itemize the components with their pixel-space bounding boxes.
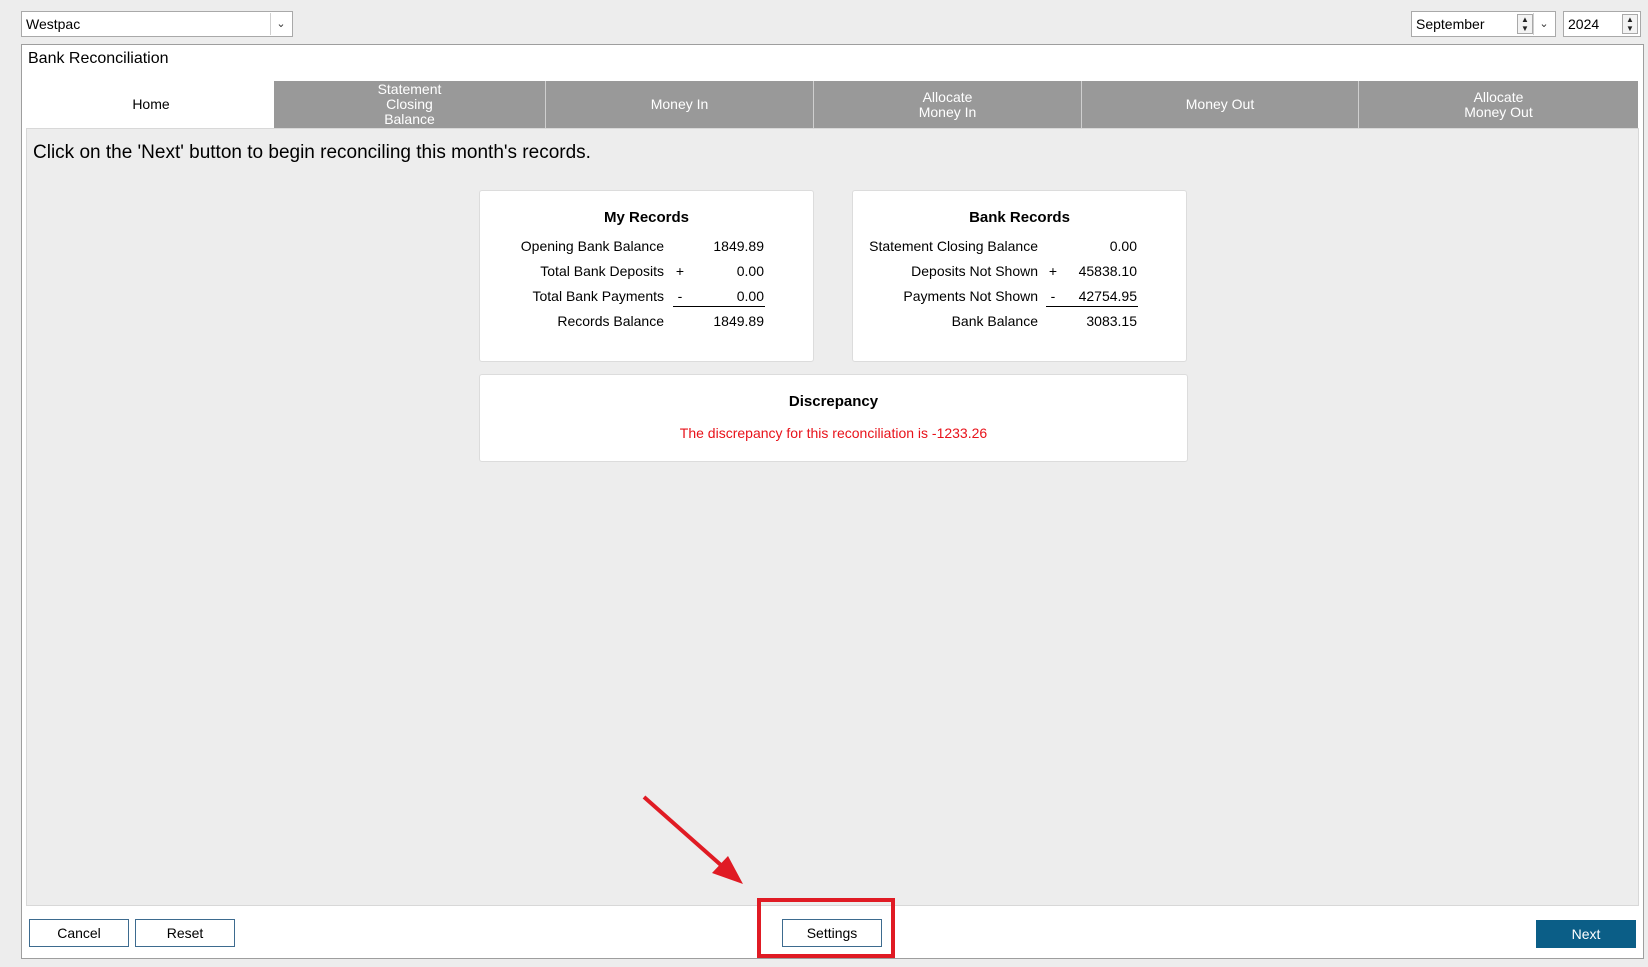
row-label: Deposits Not Shown: [911, 263, 1038, 279]
chevron-down-icon[interactable]: ⌄: [270, 13, 291, 35]
discrepancy-title: Discrepancy: [788, 393, 879, 410]
row-label: Statement Closing Balance: [869, 238, 1038, 254]
next-button[interactable]: Next: [1536, 920, 1636, 948]
row-value: 0.00: [1109, 238, 1137, 254]
row-label: Total Bank Deposits: [540, 263, 664, 279]
my-records-row: Opening Bank Balance 1849.89: [480, 238, 815, 258]
row-label: Total Bank Payments: [532, 288, 664, 304]
chevron-down-icon[interactable]: ⌄: [1533, 13, 1554, 35]
month-spinner-icon[interactable]: ▲ ▼: [1517, 14, 1533, 34]
month-select-value: September: [1416, 16, 1485, 32]
my-records-title: My Records: [603, 209, 690, 226]
discrepancy-card: Discrepancy The discrepancy for this rec…: [479, 374, 1188, 462]
my-records-card: My Records Opening Bank Balance 1849.89 …: [479, 190, 814, 362]
subtotal-underline: [1046, 306, 1138, 307]
row-value: 0.00: [736, 288, 764, 304]
tab-statement-closing-balance[interactable]: Statement Closing Balance: [274, 81, 546, 128]
tab-home[interactable]: Home: [28, 81, 274, 128]
instruction-text: Click on the 'Next' button to begin reco…: [33, 142, 591, 163]
content-panel: Click on the 'Next' button to begin reco…: [26, 128, 1639, 906]
bank-records-row: Payments Not Shown - 42754.95: [853, 288, 1188, 308]
tab-allocate-money-out[interactable]: Allocate Money Out: [1359, 81, 1638, 128]
my-records-row: Total Bank Deposits + 0.00: [480, 263, 815, 283]
bank-records-row: Deposits Not Shown + 45838.10: [853, 263, 1188, 283]
row-label: Records Balance: [557, 313, 664, 329]
tab-allocate-money-in[interactable]: Allocate Money In: [814, 81, 1082, 128]
row-value: 0.00: [736, 263, 764, 279]
bank-records-row: Statement Closing Balance 0.00: [853, 238, 1188, 258]
row-sign: -: [677, 288, 683, 304]
row-label: Payments Not Shown: [903, 288, 1038, 304]
account-select[interactable]: Westpac ⌄: [21, 11, 293, 37]
row-value: 1849.89: [713, 238, 764, 254]
bank-reconciliation-window: Bank Reconciliation Home Statement Closi…: [21, 44, 1644, 959]
tab-money-out[interactable]: Money Out: [1082, 81, 1359, 128]
settings-highlight-box: [757, 898, 895, 958]
row-value: 45838.10: [1078, 263, 1137, 279]
year-select-value: 2024: [1568, 16, 1600, 32]
my-records-row: Records Balance 1849.89: [480, 313, 815, 333]
year-select[interactable]: 2024 ▲ ▼: [1563, 11, 1641, 37]
month-select[interactable]: September ▲ ▼ ⌄: [1411, 11, 1556, 37]
row-label: Bank Balance: [951, 313, 1038, 329]
my-records-row: Total Bank Payments - 0.00: [480, 288, 815, 308]
account-select-value: Westpac: [26, 16, 81, 32]
bank-records-title: Bank Records: [969, 209, 1070, 226]
window-title: Bank Reconciliation: [28, 50, 169, 67]
row-label: Opening Bank Balance: [520, 238, 664, 254]
row-value: 3083.15: [1086, 313, 1137, 329]
wizard-tabs: Home Statement Closing Balance Money In …: [28, 81, 1638, 128]
subtotal-underline: [673, 306, 765, 307]
bank-records-row: Bank Balance 3083.15: [853, 313, 1188, 333]
row-sign: -: [1050, 288, 1056, 304]
reset-button[interactable]: Reset: [135, 919, 235, 947]
bank-records-card: Bank Records Statement Closing Balance 0…: [852, 190, 1187, 362]
tab-money-in[interactable]: Money In: [546, 81, 814, 128]
year-spinner-icon[interactable]: ▲ ▼: [1622, 14, 1638, 34]
row-sign: +: [1048, 263, 1058, 279]
row-sign: +: [675, 263, 685, 279]
discrepancy-message: The discrepancy for this reconciliation …: [679, 425, 988, 441]
row-value: 1849.89: [713, 313, 764, 329]
row-value: 42754.95: [1078, 288, 1137, 304]
cancel-button[interactable]: Cancel: [29, 919, 129, 947]
